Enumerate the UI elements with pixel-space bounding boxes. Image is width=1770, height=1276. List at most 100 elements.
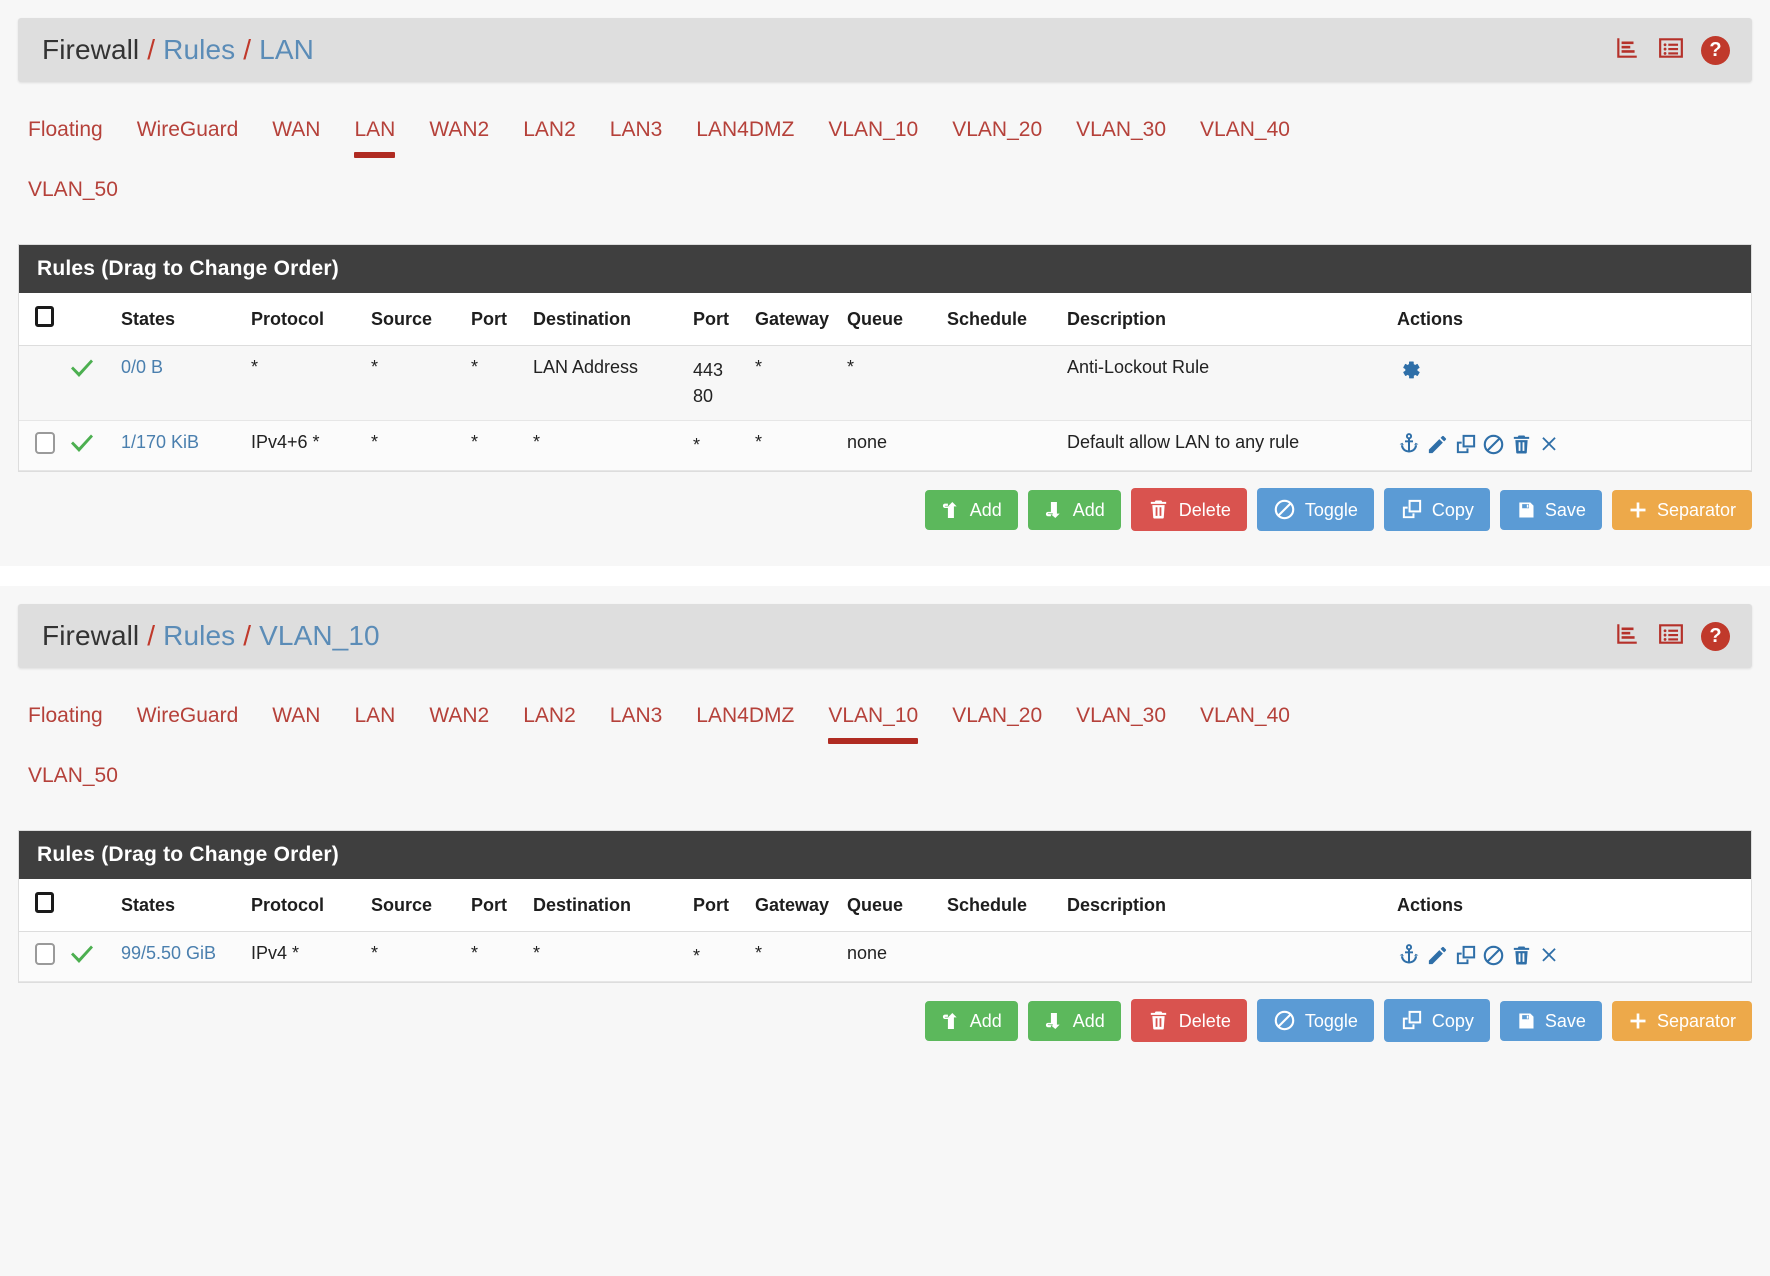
- tab-lan2[interactable]: LAN2: [523, 108, 576, 154]
- breadcrumb-link-interface[interactable]: LAN: [259, 34, 314, 66]
- button-add-1[interactable]: Add: [1027, 1000, 1121, 1041]
- button-save-5[interactable]: Save: [1499, 1000, 1602, 1041]
- tab-lan2[interactable]: LAN2: [523, 694, 576, 740]
- tab-lan[interactable]: LAN: [354, 108, 395, 158]
- button-separator-6[interactable]: Separator: [1611, 489, 1752, 530]
- cell-description: Anti-Lockout Rule: [1061, 345, 1391, 422]
- button-label: Add: [1072, 499, 1105, 520]
- breadcrumb-link-rules[interactable]: Rules: [163, 620, 235, 652]
- pencil-icon[interactable]: [1426, 433, 1449, 456]
- tab-label: LAN4DMZ: [696, 118, 795, 141]
- tab-vlan_30[interactable]: VLAN_30: [1076, 108, 1166, 154]
- table-row[interactable]: 0/0 B * * * LAN Address 443 80 * * Anti-Lockout …: [19, 345, 1751, 422]
- tab-lan[interactable]: LAN: [354, 694, 395, 740]
- tab-vlan_30[interactable]: VLAN_30: [1076, 694, 1166, 740]
- tab-floating[interactable]: Floating: [28, 108, 103, 154]
- row-select-cell[interactable]: [19, 345, 63, 422]
- button-toggle-3[interactable]: Toggle: [1256, 488, 1374, 532]
- tab-vlan_10[interactable]: VLAN_10: [828, 108, 918, 154]
- trash-icon[interactable]: [1510, 433, 1533, 456]
- button-delete-2[interactable]: Delete: [1130, 999, 1247, 1042]
- cell-states[interactable]: 0/0 B: [115, 345, 245, 422]
- tab-lan3[interactable]: LAN3: [610, 694, 663, 740]
- tab-vlan_50[interactable]: VLAN_50: [28, 168, 118, 214]
- row-select-cell[interactable]: [19, 931, 63, 982]
- copy-icon[interactable]: [1454, 433, 1477, 456]
- states-link[interactable]: 99/5.50 GiB: [121, 943, 216, 963]
- copy-icon[interactable]: [1454, 944, 1477, 967]
- tab-wireguard[interactable]: WireGuard: [137, 108, 239, 154]
- tab-wan2[interactable]: WAN2: [429, 108, 489, 154]
- tab-vlan_50[interactable]: VLAN_50: [28, 754, 118, 800]
- tab-vlan_40[interactable]: VLAN_40: [1200, 694, 1290, 740]
- table-header-row: States Protocol Source Port Destination Port G…: [19, 293, 1751, 346]
- trash-icon[interactable]: [1510, 944, 1533, 967]
- anchor-icon[interactable]: [1397, 432, 1421, 456]
- select-all-header[interactable]: [19, 879, 63, 932]
- help-label: ?: [1709, 625, 1722, 647]
- tab-label: LAN4DMZ: [696, 704, 795, 727]
- button-label: Copy: [1431, 499, 1474, 520]
- button-toggle-3[interactable]: Toggle: [1256, 999, 1374, 1042]
- copy-icon: [1400, 498, 1423, 521]
- tab-vlan_10[interactable]: VLAN_10: [828, 694, 918, 744]
- table-row[interactable]: 99/5.50 GiB IPv4 * * * * * * none: [19, 931, 1751, 982]
- button-copy-4[interactable]: Copy: [1383, 488, 1490, 532]
- row-checkbox[interactable]: [35, 432, 55, 455]
- button-delete-2[interactable]: Delete: [1130, 488, 1247, 532]
- block-icon: [1273, 498, 1296, 521]
- tab-wireguard[interactable]: WireGuard: [137, 694, 239, 740]
- block-icon[interactable]: [1482, 944, 1505, 967]
- tab-wan[interactable]: WAN: [272, 694, 320, 740]
- select-all-checkbox-icon[interactable]: [35, 306, 54, 327]
- button-copy-4[interactable]: Copy: [1383, 999, 1490, 1042]
- row-checkbox[interactable]: [35, 943, 55, 965]
- button-add-0[interactable]: Add: [924, 1000, 1018, 1041]
- button-label: Separator: [1656, 1010, 1736, 1031]
- breadcrumb-link-interface[interactable]: VLAN_10: [259, 620, 380, 652]
- tab-vlan_20[interactable]: VLAN_20: [952, 108, 1042, 154]
- cell-states[interactable]: 1/170 KiB: [115, 420, 245, 472]
- tab-floating[interactable]: Floating: [28, 694, 103, 740]
- table-row[interactable]: 1/170 KiB IPv4+6 * * * * * * none Default allow …: [19, 420, 1751, 472]
- close-icon[interactable]: [1538, 433, 1560, 455]
- states-link[interactable]: 1/170 KiB: [121, 432, 199, 452]
- states-link[interactable]: 0/0 B: [121, 357, 163, 377]
- block-icon[interactable]: [1482, 433, 1505, 456]
- help-icon[interactable]: ?: [1701, 621, 1730, 651]
- check-green: [69, 432, 95, 453]
- tab-wan2[interactable]: WAN2: [429, 694, 489, 740]
- gear-icon[interactable]: [1397, 357, 1423, 383]
- breadcrumb-link-rules[interactable]: Rules: [163, 34, 235, 66]
- save-icon: [1516, 1011, 1536, 1031]
- tab-vlan_20[interactable]: VLAN_20: [952, 694, 1042, 740]
- tab-lan4dmz[interactable]: LAN4DMZ: [696, 108, 794, 154]
- chart-bar-icon[interactable]: [1613, 621, 1641, 652]
- cell-states[interactable]: 99/5.50 GiB: [115, 931, 245, 982]
- panel-1: Firewall / Rules / LAN? Floating WireGuard WAN L…: [0, 0, 1770, 566]
- select-all-header[interactable]: [19, 293, 63, 346]
- button-label: Toggle: [1304, 499, 1358, 520]
- anchor-icon[interactable]: [1397, 943, 1421, 967]
- button-label: Add: [969, 499, 1002, 520]
- row-select-cell[interactable]: [19, 420, 63, 472]
- tab-vlan_40[interactable]: VLAN_40: [1200, 108, 1290, 154]
- help-icon[interactable]: ?: [1701, 35, 1730, 65]
- tab-lan4dmz[interactable]: LAN4DMZ: [696, 694, 794, 740]
- tab-lan3[interactable]: LAN3: [610, 108, 663, 154]
- button-add-1[interactable]: Add: [1027, 489, 1121, 530]
- pencil-icon[interactable]: [1426, 944, 1449, 967]
- close-icon[interactable]: [1538, 944, 1560, 966]
- plus-icon: [1628, 1011, 1648, 1031]
- button-separator-6[interactable]: Separator: [1611, 1000, 1752, 1041]
- cell-actions: [1391, 931, 1751, 982]
- button-save-5[interactable]: Save: [1499, 489, 1602, 530]
- button-add-0[interactable]: Add: [924, 489, 1018, 530]
- cell-source: *: [365, 931, 465, 982]
- tab-wan[interactable]: WAN: [272, 108, 320, 154]
- select-all-checkbox-icon[interactable]: [35, 892, 54, 913]
- list-icon[interactable]: [1657, 621, 1685, 652]
- column-header-source: Source: [365, 879, 465, 932]
- chart-bar-icon[interactable]: [1613, 35, 1641, 66]
- list-icon[interactable]: [1657, 35, 1685, 66]
